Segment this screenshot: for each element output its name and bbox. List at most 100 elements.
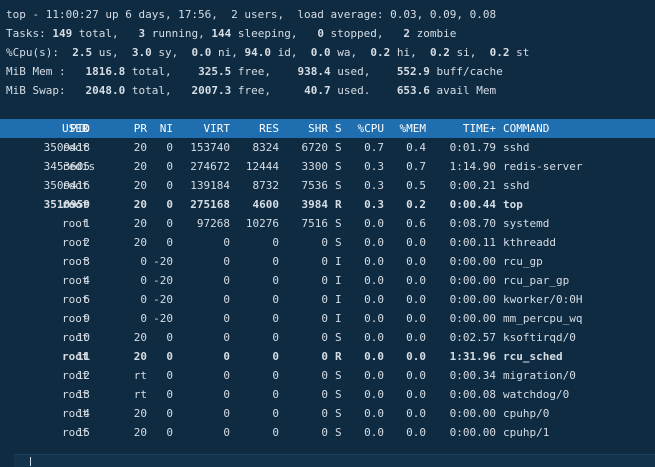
proc-nice: 0 bbox=[166, 141, 173, 154]
swap-total: 2048.0 bbox=[85, 84, 126, 97]
proc-priority: 20 bbox=[133, 198, 147, 211]
proc-cpu: 0.7 bbox=[364, 141, 384, 154]
col-command: COMMAND bbox=[503, 122, 550, 135]
proc-shr: 0 bbox=[321, 274, 328, 287]
cpu-hi-label: hi, bbox=[390, 46, 430, 59]
proc-command: ksoftirqd/0 bbox=[503, 331, 576, 344]
proc-user: root bbox=[62, 255, 89, 268]
proc-mem: 0.0 bbox=[406, 407, 426, 420]
cpu-line: %Cpu(s): 2.5 us, 3.0 sy, 0.0 ni, 94.0 id… bbox=[6, 43, 655, 62]
proc-res: 0 bbox=[272, 331, 279, 344]
col-virt: VIRT bbox=[203, 122, 231, 135]
tasks-stopped-label: stopped, bbox=[323, 27, 404, 40]
proc-mem: 0.0 bbox=[406, 331, 426, 344]
proc-command: sshd bbox=[503, 141, 530, 154]
proc-priority: 20 bbox=[133, 350, 147, 363]
tasks-sleeping-label: sleeping, bbox=[231, 27, 318, 40]
process-row: 3 root 0 -20 0 0 0 I 0.0 0.0 0:00.00 rcu_gp bbox=[0, 252, 655, 271]
terminal-input-bar[interactable] bbox=[14, 454, 655, 467]
proc-time: 0:00.00 bbox=[449, 293, 496, 306]
proc-state: I bbox=[335, 312, 342, 325]
proc-state: S bbox=[335, 407, 342, 420]
process-row: 6 root 0 -20 0 0 0 I 0.0 0.0 0:00.00 kworker/0:0H bbox=[0, 290, 655, 309]
cpu-sy: 3.0 bbox=[131, 46, 152, 59]
swap-avail: 653.6 bbox=[396, 84, 430, 97]
proc-user: root bbox=[62, 312, 89, 325]
proc-mem: 0.2 bbox=[406, 198, 426, 211]
proc-cpu: 0.0 bbox=[364, 369, 384, 382]
process-row: 3453605 redis 20 0 274672 12444 3300 S 0.3 0.7 1:1… bbox=[0, 157, 655, 176]
col-shr: SHR bbox=[308, 122, 328, 135]
terminal-window[interactable]: top - 11:00:27 up 6 days, 17:56, 2 users… bbox=[0, 0, 655, 467]
proc-cpu: 0.3 bbox=[364, 160, 384, 173]
process-row: 3509416 root 20 0 139184 8732 7536 S 0.3 0.5 0:00.… bbox=[0, 176, 655, 195]
mem-free-label: free, bbox=[231, 65, 298, 78]
proc-shr: 0 bbox=[321, 426, 328, 439]
mem-free: 325.5 bbox=[198, 65, 232, 78]
proc-command: systemd bbox=[503, 217, 550, 230]
proc-command: cpuhp/1 bbox=[503, 426, 550, 439]
proc-command: redis-server bbox=[503, 160, 583, 173]
proc-mem: 0.0 bbox=[406, 236, 426, 249]
proc-virt: 0 bbox=[223, 236, 230, 249]
tasks-label: Tasks: bbox=[6, 27, 46, 40]
uptime-line: top - 11:00:27 up 6 days, 17:56, 2 users… bbox=[6, 8, 497, 21]
proc-priority: 20 bbox=[133, 236, 147, 249]
proc-res: 0 bbox=[272, 426, 279, 439]
proc-shr: 0 bbox=[321, 293, 328, 306]
proc-user: root bbox=[62, 350, 89, 363]
proc-nice: 0 bbox=[166, 407, 173, 420]
proc-mem: 0.0 bbox=[406, 274, 426, 287]
proc-res: 4600 bbox=[252, 198, 280, 211]
proc-mem: 0.0 bbox=[406, 350, 426, 363]
proc-mem: 0.4 bbox=[406, 141, 426, 154]
process-row: 15 root 20 0 0 0 0 S 0.0 0.0 0:00.00 cpuhp/1 bbox=[0, 423, 655, 442]
proc-user: root bbox=[62, 217, 89, 230]
process-row: 14 root 20 0 0 0 0 S 0.0 0.0 0:00.00 cpuhp/0 bbox=[0, 404, 655, 423]
proc-nice: -20 bbox=[153, 274, 173, 287]
tasks-sleeping: 144 bbox=[211, 27, 232, 40]
proc-time: 0:00.44 bbox=[449, 198, 496, 211]
proc-mem: 0.0 bbox=[406, 388, 426, 401]
proc-shr: 7516 bbox=[301, 217, 329, 230]
proc-mem: 0.0 bbox=[406, 293, 426, 306]
swap-used: 40.7 bbox=[304, 84, 331, 97]
proc-virt: 153740 bbox=[190, 141, 230, 154]
proc-shr: 7536 bbox=[301, 179, 329, 192]
cpu-sy-label: sy, bbox=[151, 46, 192, 59]
col-time: TIME+ bbox=[462, 122, 496, 135]
proc-user: root bbox=[62, 179, 89, 192]
proc-command: kworker/0:0H bbox=[503, 293, 583, 306]
proc-mem: 0.0 bbox=[406, 369, 426, 382]
cpu-st-label: st bbox=[509, 46, 530, 59]
proc-virt: 0 bbox=[223, 350, 230, 363]
proc-time: 0:00.21 bbox=[449, 179, 496, 192]
proc-mem: 0.7 bbox=[406, 160, 426, 173]
proc-cpu: 0.0 bbox=[364, 407, 384, 420]
proc-command: migration/0 bbox=[503, 369, 576, 382]
process-row: 10 root 20 0 0 0 0 S 0.0 0.0 0:02.57 ksoftirqd/0 bbox=[0, 328, 655, 347]
proc-user: root bbox=[62, 407, 89, 420]
proc-cpu: 0.0 bbox=[364, 312, 384, 325]
proc-res: 0 bbox=[272, 293, 279, 306]
proc-priority: 20 bbox=[133, 179, 147, 192]
tasks-total-label: total, bbox=[72, 27, 139, 40]
proc-priority: 20 bbox=[133, 426, 147, 439]
proc-virt: 0 bbox=[223, 369, 230, 382]
proc-virt: 274672 bbox=[190, 160, 230, 173]
cpu-id-label: id, bbox=[270, 46, 311, 59]
proc-shr: 0 bbox=[321, 331, 328, 344]
proc-command: mm_percpu_wq bbox=[503, 312, 583, 325]
proc-time: 0:00.00 bbox=[449, 407, 496, 420]
proc-nice: -20 bbox=[153, 312, 173, 325]
proc-res: 0 bbox=[272, 255, 279, 268]
proc-res: 8732 bbox=[252, 179, 280, 192]
proc-time: 0:00.34 bbox=[449, 369, 496, 382]
process-row: 2 root 20 0 0 0 0 S 0.0 0.0 0:00.11 kthreadd bbox=[0, 233, 655, 252]
proc-nice: 0 bbox=[166, 217, 173, 230]
proc-state: I bbox=[335, 293, 342, 306]
proc-cpu: 0.3 bbox=[364, 198, 384, 211]
proc-nice: 0 bbox=[166, 350, 173, 363]
proc-priority: rt bbox=[133, 388, 147, 401]
proc-shr: 3984 bbox=[301, 198, 329, 211]
